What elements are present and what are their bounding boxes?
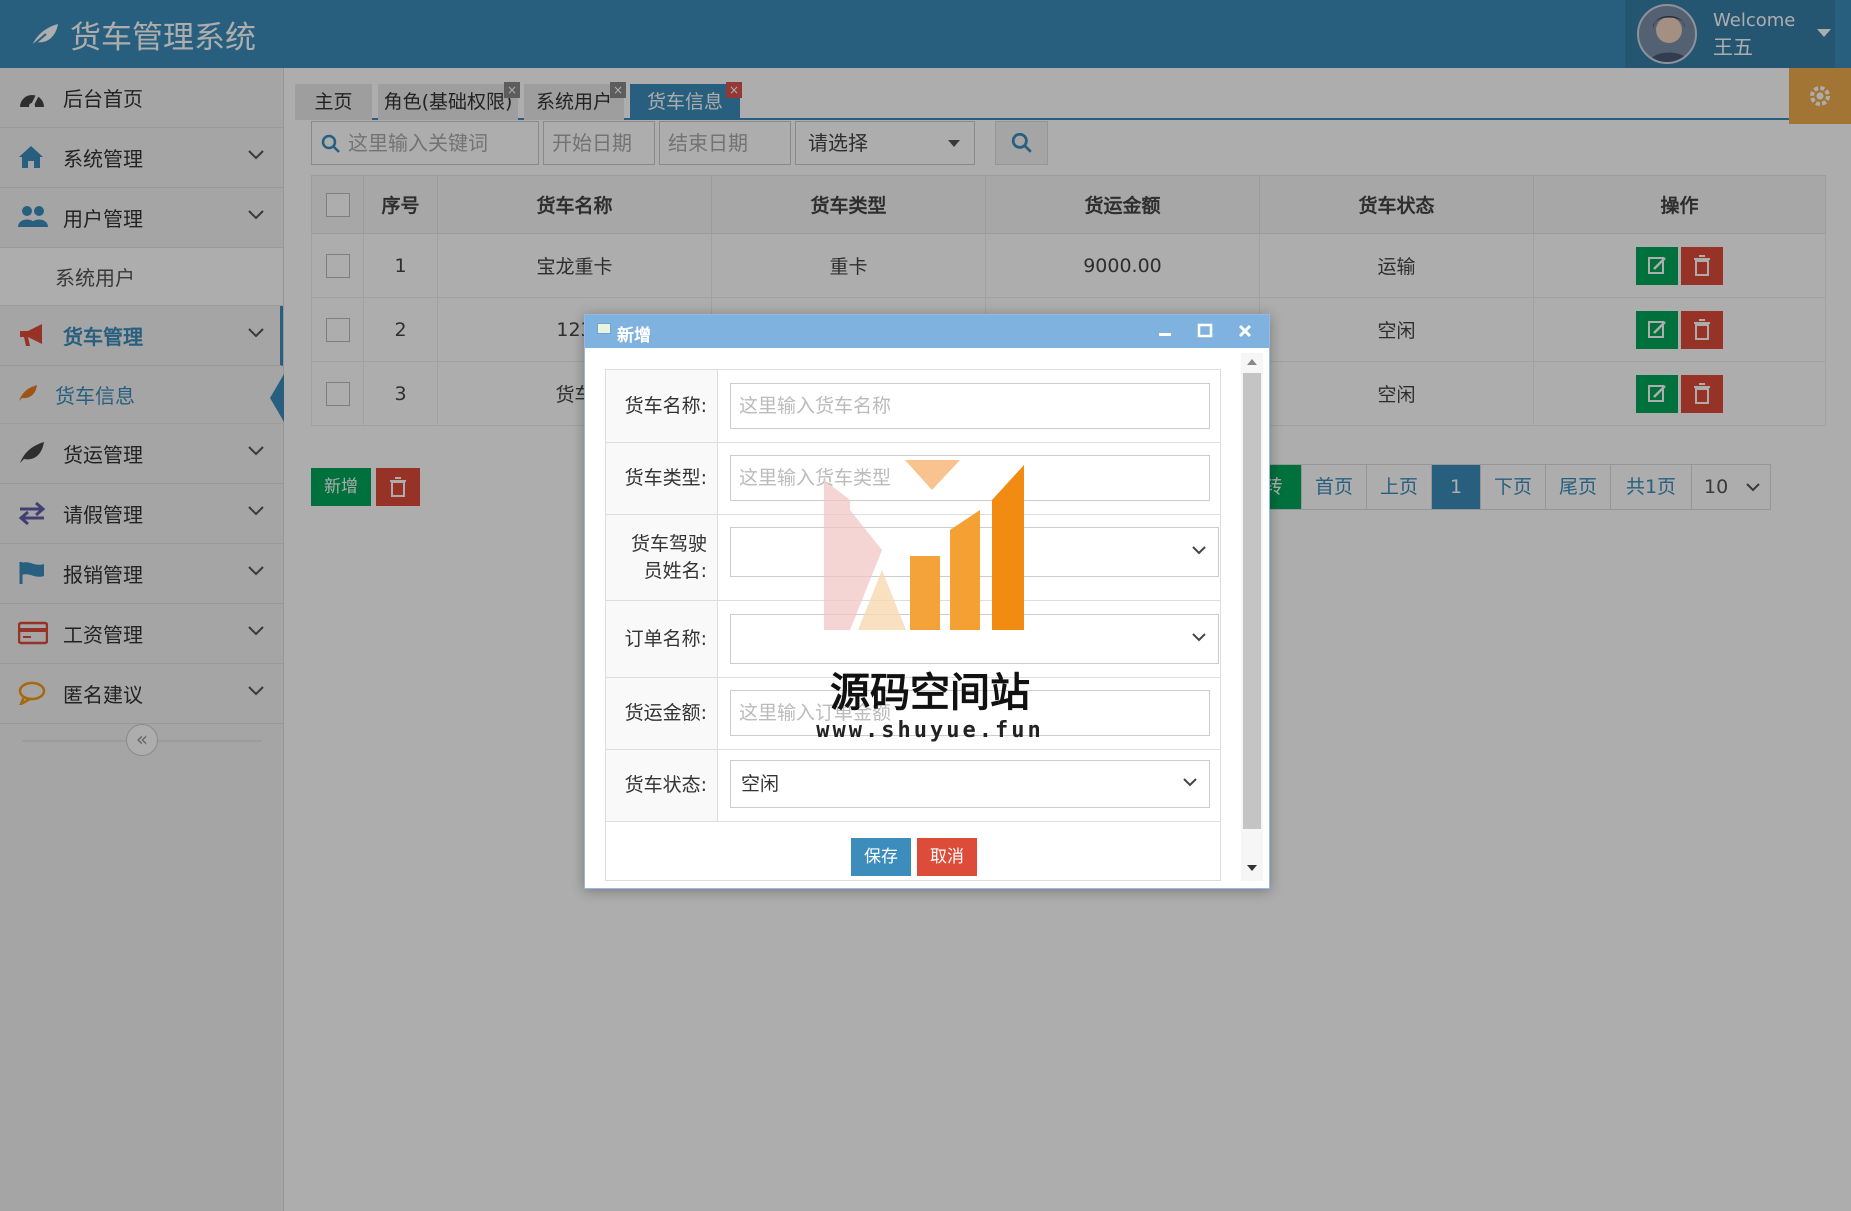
cancel-button[interactable]: 取消 — [917, 838, 977, 876]
watermark-logo-icon — [810, 460, 1050, 660]
maximize-icon[interactable] — [1193, 319, 1217, 343]
field-label: 货运金额: — [606, 678, 718, 749]
field-label: 订单名称: — [606, 601, 718, 677]
form-row-status: 货车状态: 空闲 — [606, 750, 1220, 822]
field-label: 货车类型: — [606, 443, 718, 514]
watermark: 源码空间站 www.shuyue.fun — [810, 460, 1050, 750]
minimize-icon[interactable] — [1153, 319, 1177, 343]
field-label: 货车驾驶 员姓名: — [606, 515, 718, 600]
field-label-line: 员姓名: — [643, 559, 707, 582]
form-row-name: 货车名称: 这里输入货车名称 — [606, 370, 1220, 443]
scroll-up-icon[interactable] — [1247, 359, 1257, 365]
dialog-scrollbar[interactable] — [1241, 353, 1263, 881]
watermark-url: www.shuyue.fun — [816, 718, 1044, 743]
truck-name-input[interactable]: 这里输入货车名称 — [730, 383, 1210, 429]
field-label-line: 货车驾驶 — [630, 532, 707, 555]
close-icon[interactable] — [1233, 319, 1257, 343]
chevron-down-icon — [1192, 546, 1206, 555]
scrollbar-thumb[interactable] — [1243, 373, 1261, 829]
chevron-down-icon — [1183, 778, 1197, 787]
chevron-down-icon — [1192, 633, 1206, 642]
watermark-text: 源码空间站 — [830, 670, 1030, 716]
dialog-titlebar[interactable]: 新增 — [585, 315, 1269, 348]
scroll-down-icon[interactable] — [1247, 865, 1257, 871]
truck-name-placeholder: 这里输入货车名称 — [739, 395, 892, 417]
status-select-value: 空闲 — [741, 773, 780, 795]
window-icon — [597, 323, 611, 334]
field-label: 货车名称: — [606, 370, 718, 442]
field-label: 货车状态: — [606, 750, 718, 821]
status-select[interactable]: 空闲 — [730, 760, 1210, 808]
dialog-title: 新增 — [617, 326, 651, 346]
save-button[interactable]: 保存 — [851, 838, 911, 876]
